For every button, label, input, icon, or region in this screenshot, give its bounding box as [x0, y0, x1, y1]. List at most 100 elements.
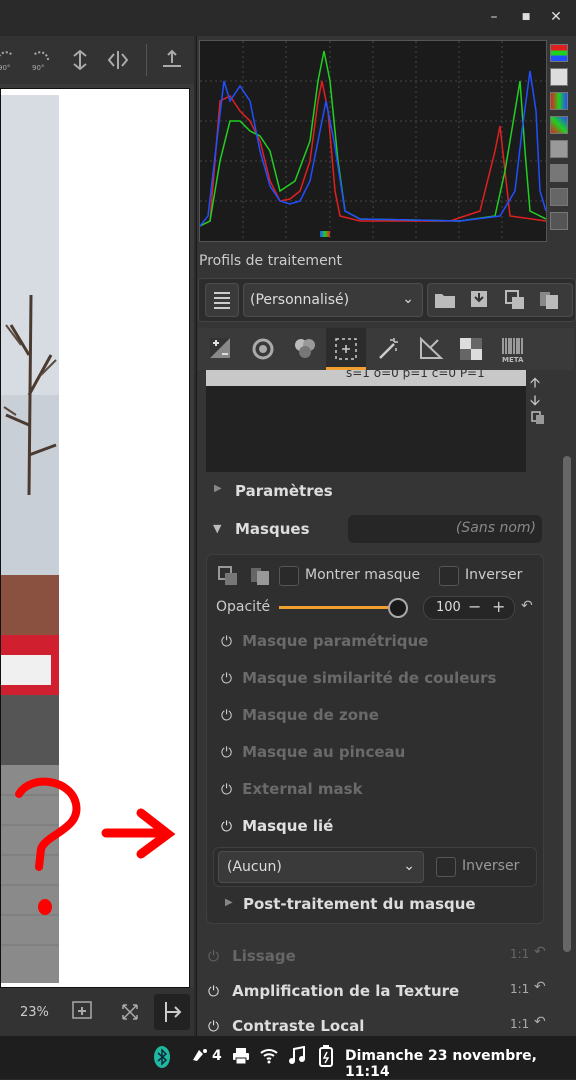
paste-icon[interactable]: [538, 289, 560, 311]
mask-item[interactable]: ⏻ External mask: [221, 779, 363, 798]
flip-horizontal-icon[interactable]: [106, 48, 130, 72]
module-row[interactable]: ⏻ Lissage: [208, 946, 296, 965]
exposure-tab-icon[interactable]: [206, 334, 236, 364]
parametres-header[interactable]: Paramètres: [235, 482, 333, 500]
battery-icon[interactable]: [318, 1045, 334, 1067]
clock-datetime[interactable]: Dimanche 23 novembre, 11:14: [345, 1048, 576, 1080]
reset-icon[interactable]: ↶: [534, 944, 546, 960]
copy-icon[interactable]: [504, 289, 526, 311]
histogram-chroma-icon[interactable]: [550, 92, 568, 110]
opacity-spinbox[interactable]: 100 − +: [423, 596, 515, 620]
toggle-right-panel-button[interactable]: [154, 994, 190, 1030]
image-canvas[interactable]: [0, 88, 190, 988]
expander-right-icon[interactable]: ▶: [225, 897, 233, 908]
histogram-bar-icon[interactable]: [550, 140, 568, 158]
zoom-level: 23%: [20, 1005, 49, 1020]
transform-tab-icon[interactable]: [416, 334, 446, 364]
music-icon[interactable]: [288, 1045, 306, 1066]
svg-text:META: META: [502, 356, 524, 364]
histogram-luminance-icon[interactable]: [550, 68, 568, 86]
reset-icon[interactable]: ↶: [534, 1014, 546, 1030]
spot-list-row[interactable]: s=1 o=0 p=1 c=0 P=1: [206, 370, 526, 386]
straighten-icon[interactable]: [160, 48, 184, 72]
close-button[interactable]: ✕: [546, 9, 566, 25]
color-tab-icon[interactable]: [290, 334, 320, 364]
histogram-vectorscope-icon[interactable]: [550, 188, 568, 206]
minimize-button[interactable]: –: [484, 9, 504, 25]
notifications-icon[interactable]: [190, 1046, 210, 1066]
save-icon[interactable]: [468, 288, 490, 310]
move-up-icon[interactable]: 🡩: [530, 372, 546, 391]
reset-icon[interactable]: ↶: [521, 598, 533, 614]
chevron-down-icon: ⌄: [402, 291, 414, 307]
profiles-title: Profils de traitement: [199, 253, 343, 269]
wand-tab-icon[interactable]: [374, 334, 404, 364]
mask-copy-icon[interactable]: [217, 565, 239, 587]
histogram-settings-icon[interactable]: [550, 212, 568, 230]
tool-panel: s=1 o=0 p=1 c=0 P=1 🡩 🡫 ▶ Paramètres ▼ M…: [198, 370, 564, 1036]
plus-icon[interactable]: +: [492, 597, 505, 616]
show-mask-checkbox[interactable]: [279, 566, 299, 586]
preview-bottom-toolbar: 23%: [0, 988, 194, 1036]
minus-icon[interactable]: −: [468, 597, 481, 616]
show-mask-label: Montrer masque: [305, 567, 421, 583]
histogram-raw-icon[interactable]: [550, 116, 568, 134]
tool-panel-scrollbar[interactable]: [563, 456, 571, 952]
opacity-slider-track[interactable]: [279, 606, 397, 609]
module-row[interactable]: ⏻ Contraste Local: [208, 1016, 364, 1035]
move-down-icon[interactable]: 🡫: [530, 390, 546, 409]
mask-paste-icon[interactable]: [249, 565, 271, 587]
profile-select[interactable]: (Personnalisé) ⌄: [243, 283, 423, 317]
mask-item[interactable]: ⏻ Masque lié: [221, 816, 333, 835]
folder-open-icon[interactable]: [434, 290, 456, 310]
wifi-icon[interactable]: [259, 1047, 279, 1065]
power-icon: ⏻: [221, 708, 233, 724]
notification-count: 4: [212, 1048, 222, 1064]
expander-right-icon[interactable]: ▶: [214, 483, 222, 494]
invert-mask-label: Inverser: [465, 567, 523, 583]
profile-list-button[interactable]: [205, 283, 239, 317]
detail-tab-icon[interactable]: [248, 334, 278, 364]
maximize-button[interactable]: ■: [516, 12, 536, 22]
mask-item[interactable]: ⏻ Masque au pinceau: [221, 742, 405, 761]
histogram-waveform-icon[interactable]: [550, 164, 568, 182]
power-icon: ⏻: [221, 819, 233, 835]
toolbar-divider: [146, 44, 147, 76]
metadata-tab-icon[interactable]: META: [498, 334, 528, 364]
module-row[interactable]: ⏻ Amplification de la Texture: [208, 981, 459, 1000]
zoom-fit-icon[interactable]: [118, 1000, 142, 1024]
power-icon: ⏻: [221, 671, 233, 687]
raw-tab-icon[interactable]: [456, 334, 486, 364]
local-adjustments-tab[interactable]: [326, 328, 366, 370]
printer-icon[interactable]: [232, 1047, 250, 1065]
spot-list[interactable]: s=1 o=0 p=1 c=0 P=1: [206, 370, 526, 472]
post-processing-header[interactable]: Post-traitement du masque: [243, 895, 476, 913]
flip-vertical-icon[interactable]: [68, 48, 92, 72]
linked-mask-select[interactable]: (Aucun) ⌄: [218, 851, 424, 883]
bluetooth-icon[interactable]: [152, 1045, 172, 1069]
svg-text:90°: 90°: [32, 64, 44, 72]
histogram: [199, 40, 547, 242]
masques-header[interactable]: Masques: [235, 520, 310, 538]
opacity-slider-knob[interactable]: [388, 598, 408, 618]
power-icon: ⏻: [208, 984, 220, 1000]
reset-icon[interactable]: ↶: [534, 979, 546, 995]
mask-item-label: Masque paramétrique: [242, 632, 429, 650]
expander-down-icon[interactable]: ▼: [213, 522, 221, 535]
mask-item[interactable]: ⏻ Masque paramétrique: [221, 631, 428, 650]
spot-row-text: s=1 o=0 p=1 c=0 P=1: [346, 370, 485, 380]
module-label: Lissage: [232, 947, 296, 965]
rotate-left-icon[interactable]: 90°: [0, 48, 18, 72]
profiles-box: (Personnalisé) ⌄: [198, 278, 576, 322]
editor-toolbar: 90° 90°: [0, 36, 194, 85]
duplicate-icon[interactable]: [530, 410, 546, 426]
zoom-fit-new-window-icon[interactable]: [70, 998, 94, 1022]
mask-name-field[interactable]: (Sans nom): [348, 515, 542, 543]
mask-item[interactable]: ⏻ Masque similarité de couleurs: [221, 668, 496, 687]
invert-mask-checkbox[interactable]: [439, 566, 459, 586]
linked-invert-checkbox[interactable]: [436, 857, 456, 877]
mask-item[interactable]: ⏻ Masque de zone: [221, 705, 379, 724]
rotate-right-icon[interactable]: 90°: [28, 48, 52, 72]
histogram-channels-icon[interactable]: [550, 44, 568, 62]
mask-name-placeholder: (Sans nom): [455, 520, 536, 536]
